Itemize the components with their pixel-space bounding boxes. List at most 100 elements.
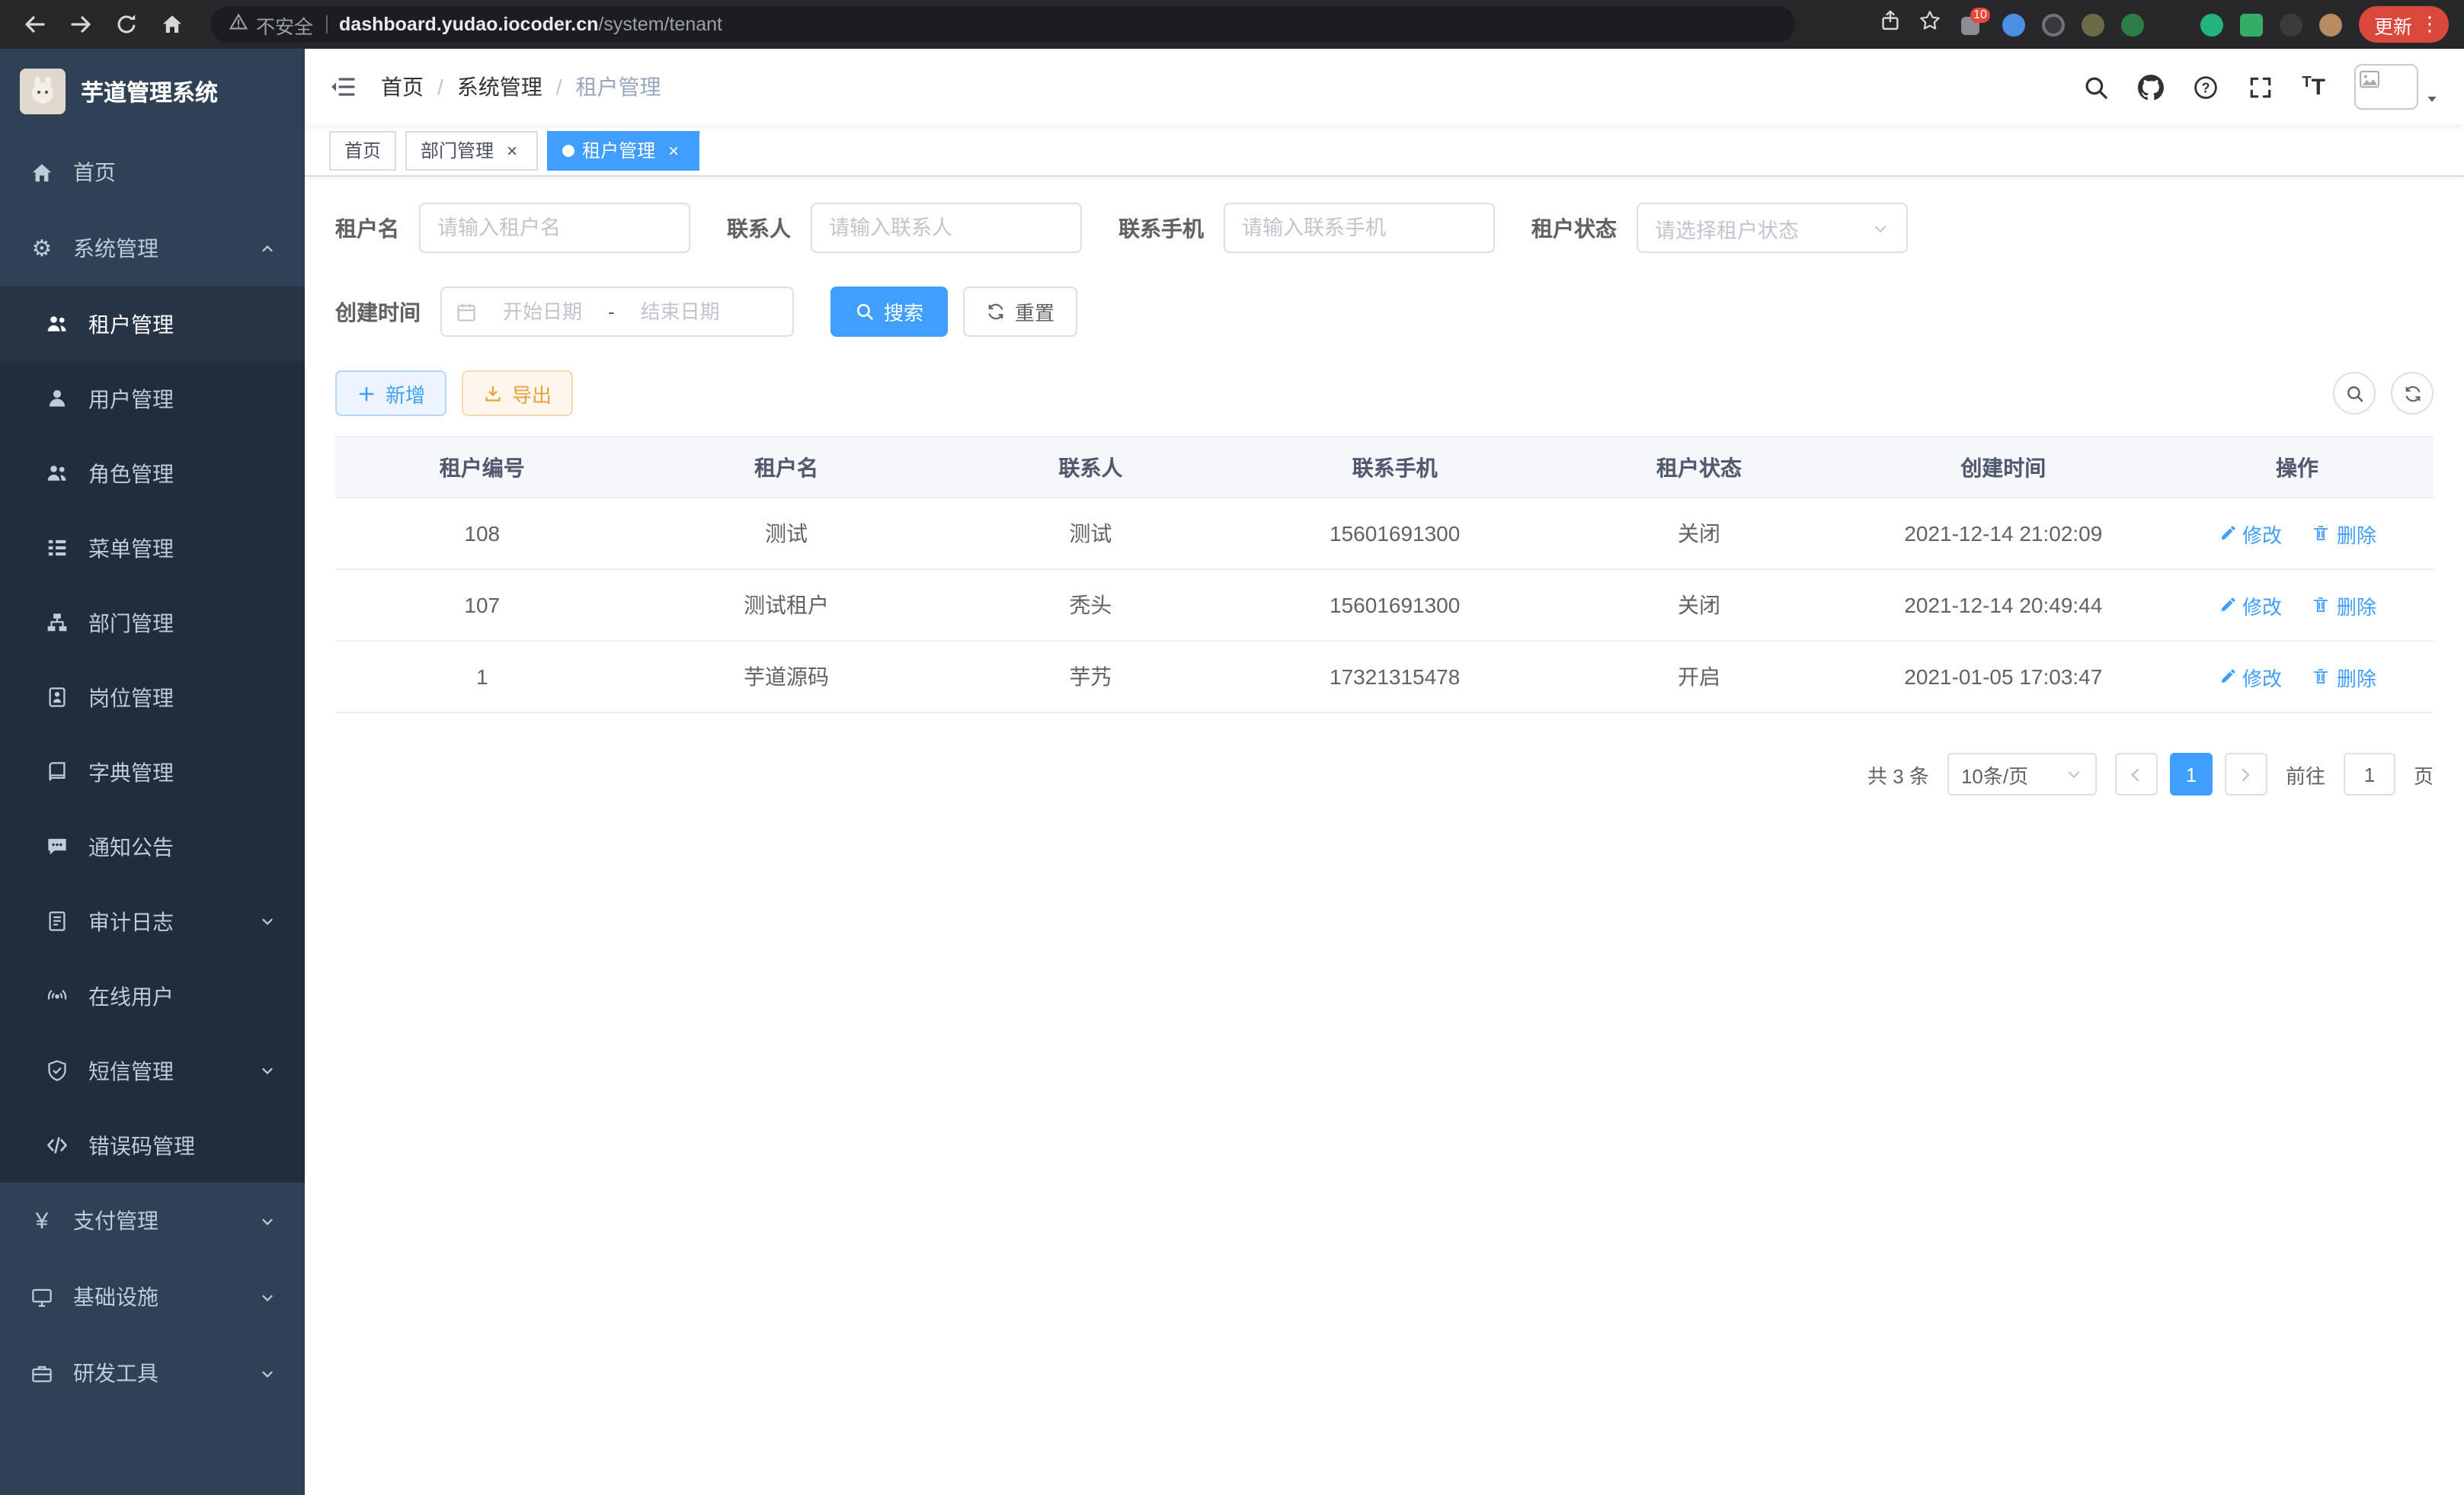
- close-icon[interactable]: ×: [501, 139, 523, 161]
- page-number-button[interactable]: 1: [2170, 753, 2213, 796]
- next-page-button[interactable]: [2225, 753, 2267, 796]
- sidebar-item-menu[interactable]: 菜单管理: [0, 511, 305, 585]
- tab-dept[interactable]: 部门管理 ×: [405, 130, 538, 170]
- share-icon[interactable]: [1879, 9, 1902, 40]
- date-end-input[interactable]: [624, 300, 737, 323]
- sidebar-item-notice[interactable]: 通知公告: [0, 809, 305, 884]
- extension-icon-badged[interactable]: 10: [1958, 12, 1986, 37]
- toolbox-icon: [29, 1362, 55, 1385]
- user-menu[interactable]: [2354, 64, 2440, 110]
- delete-button[interactable]: 删除: [2312, 519, 2376, 548]
- search-toggle-button[interactable]: [2333, 372, 2376, 415]
- sidebar-item-online-user[interactable]: 在线用户: [0, 959, 305, 1033]
- extension-icon-dark-green[interactable]: [2121, 13, 2144, 36]
- active-tab-dot: [562, 144, 574, 156]
- chevron-down-icon: [259, 1365, 276, 1381]
- prev-page-button[interactable]: [2115, 753, 2158, 796]
- sidebar-item-post[interactable]: 岗位管理: [0, 660, 305, 735]
- extension-icon-green[interactable]: [2200, 13, 2223, 36]
- extension-icon-olive[interactable]: [2082, 13, 2104, 36]
- tenant-name-input[interactable]: [437, 216, 672, 239]
- search-icon[interactable]: [2082, 74, 2108, 100]
- date-range-picker[interactable]: -: [440, 287, 794, 337]
- browser-update-button[interactable]: 更新 ⋮: [2359, 6, 2449, 43]
- contact-input[interactable]: [829, 216, 1064, 239]
- browser-back-icon[interactable]: [15, 5, 55, 44]
- sidebar-item-role[interactable]: 角色管理: [0, 436, 305, 511]
- gear-icon: ⚙: [29, 237, 55, 260]
- browser-forward-icon[interactable]: [61, 5, 101, 44]
- extension-icon-blue[interactable]: [2002, 13, 2025, 36]
- export-button[interactable]: 导出: [462, 370, 573, 416]
- extension-icon-dark-ring[interactable]: [2042, 13, 2065, 36]
- edit-button[interactable]: 修改: [2218, 662, 2282, 691]
- refresh-button[interactable]: [2391, 372, 2434, 415]
- status-label: 租户状态: [1531, 213, 1617, 243]
- bookmark-star-icon[interactable]: [1918, 9, 1941, 40]
- browser-reload-icon[interactable]: [107, 5, 146, 44]
- sidebar-item-infra[interactable]: 基础设施: [0, 1259, 305, 1335]
- github-icon[interactable]: [2137, 74, 2163, 100]
- goto-label: 前往: [2286, 760, 2325, 789]
- col-tenant-id: 租户编号: [335, 437, 629, 498]
- screen: 不安全 dashboard.yudao.iocoder.cn/system/te…: [0, 0, 2464, 1495]
- phone-input[interactable]: [1242, 216, 1477, 239]
- tab-tenant[interactable]: 租户管理 ×: [547, 130, 699, 170]
- tenant-name-label: 租户名: [335, 213, 399, 243]
- not-secure-warning-icon: [229, 12, 248, 37]
- sidebar-item-dict[interactable]: 字典管理: [0, 735, 305, 809]
- sidebar-item-error-code[interactable]: 错误码管理: [0, 1108, 305, 1183]
- edit-button[interactable]: 修改: [2218, 591, 2282, 619]
- extension-icon-puzzle[interactable]: [2280, 13, 2302, 36]
- sidebar-toggle-icon[interactable]: [329, 73, 357, 101]
- page-size-select[interactable]: 10条/页: [1947, 753, 2097, 796]
- add-button[interactable]: 新增: [335, 370, 446, 416]
- reset-button[interactable]: 重置: [963, 287, 1077, 337]
- toolbar: 新增 导出: [335, 370, 2434, 416]
- app-logo[interactable]: 芋道管理系统: [0, 49, 305, 134]
- status-text: 关闭: [1552, 569, 1846, 641]
- badge-icon: [44, 686, 70, 709]
- col-created: 创建时间: [1846, 437, 2161, 498]
- breadcrumb-home[interactable]: 首页: [381, 72, 424, 102]
- close-icon[interactable]: ×: [663, 139, 684, 161]
- app-title: 芋道管理系统: [81, 75, 218, 107]
- sidebar-item-sms[interactable]: 短信管理: [0, 1033, 305, 1108]
- sidebar-item-dev-tools[interactable]: 研发工具: [0, 1335, 305, 1411]
- tab-home[interactable]: 首页: [329, 130, 396, 170]
- sidebar-item-audit-log[interactable]: 审计日志: [0, 884, 305, 959]
- date-start-input[interactable]: [486, 300, 599, 323]
- browser-home-icon[interactable]: [152, 5, 192, 44]
- kebab-menu-icon[interactable]: ⋮: [2420, 12, 2440, 37]
- status-text: 关闭: [1552, 498, 1846, 569]
- address-bar[interactable]: 不安全 dashboard.yudao.iocoder.cn/system/te…: [210, 6, 1795, 43]
- phone-label: 联系手机: [1118, 213, 1204, 243]
- extension-icon-chat[interactable]: [2240, 13, 2263, 36]
- goto-page-input[interactable]: [2344, 753, 2395, 796]
- question-icon[interactable]: ?: [2192, 74, 2218, 100]
- contact-label: 联系人: [727, 213, 791, 243]
- sidebar-item-payment[interactable]: ¥ 支付管理: [0, 1183, 305, 1259]
- dict-book-icon: [44, 760, 70, 783]
- font-size-icon[interactable]: TT: [2302, 75, 2325, 98]
- sidebar-item-tenant[interactable]: 租户管理: [0, 287, 305, 361]
- status-select[interactable]: 请选择租户状态: [1637, 203, 1908, 253]
- edit-button[interactable]: 修改: [2218, 519, 2282, 548]
- filter-row-1: 租户名 联系人 联系手机 租户状态 请选择租户状态: [335, 203, 2434, 253]
- total-count: 共 3 条: [1867, 760, 1929, 789]
- breadcrumb-system[interactable]: 系统管理: [457, 72, 542, 102]
- sidebar-item-system[interactable]: ⚙ 系统管理: [0, 210, 305, 287]
- col-actions: 操作: [2161, 437, 2434, 498]
- sidebar-item-dept[interactable]: 部门管理: [0, 585, 305, 660]
- col-tenant-name: 租户名: [629, 437, 944, 498]
- delete-button[interactable]: 删除: [2312, 591, 2376, 619]
- user-icon: [44, 387, 70, 410]
- url-text: dashboard.yudao.iocoder.cn/system/tenant: [339, 14, 722, 35]
- delete-button[interactable]: 删除: [2312, 662, 2376, 691]
- search-button[interactable]: 搜索: [830, 287, 948, 337]
- sidebar-item-home[interactable]: 首页: [0, 134, 305, 210]
- extension-icon-dark[interactable]: [2161, 13, 2184, 36]
- profile-avatar[interactable]: [2319, 13, 2342, 36]
- sidebar-item-user[interactable]: 用户管理: [0, 361, 305, 436]
- fullscreen-icon[interactable]: [2247, 74, 2273, 100]
